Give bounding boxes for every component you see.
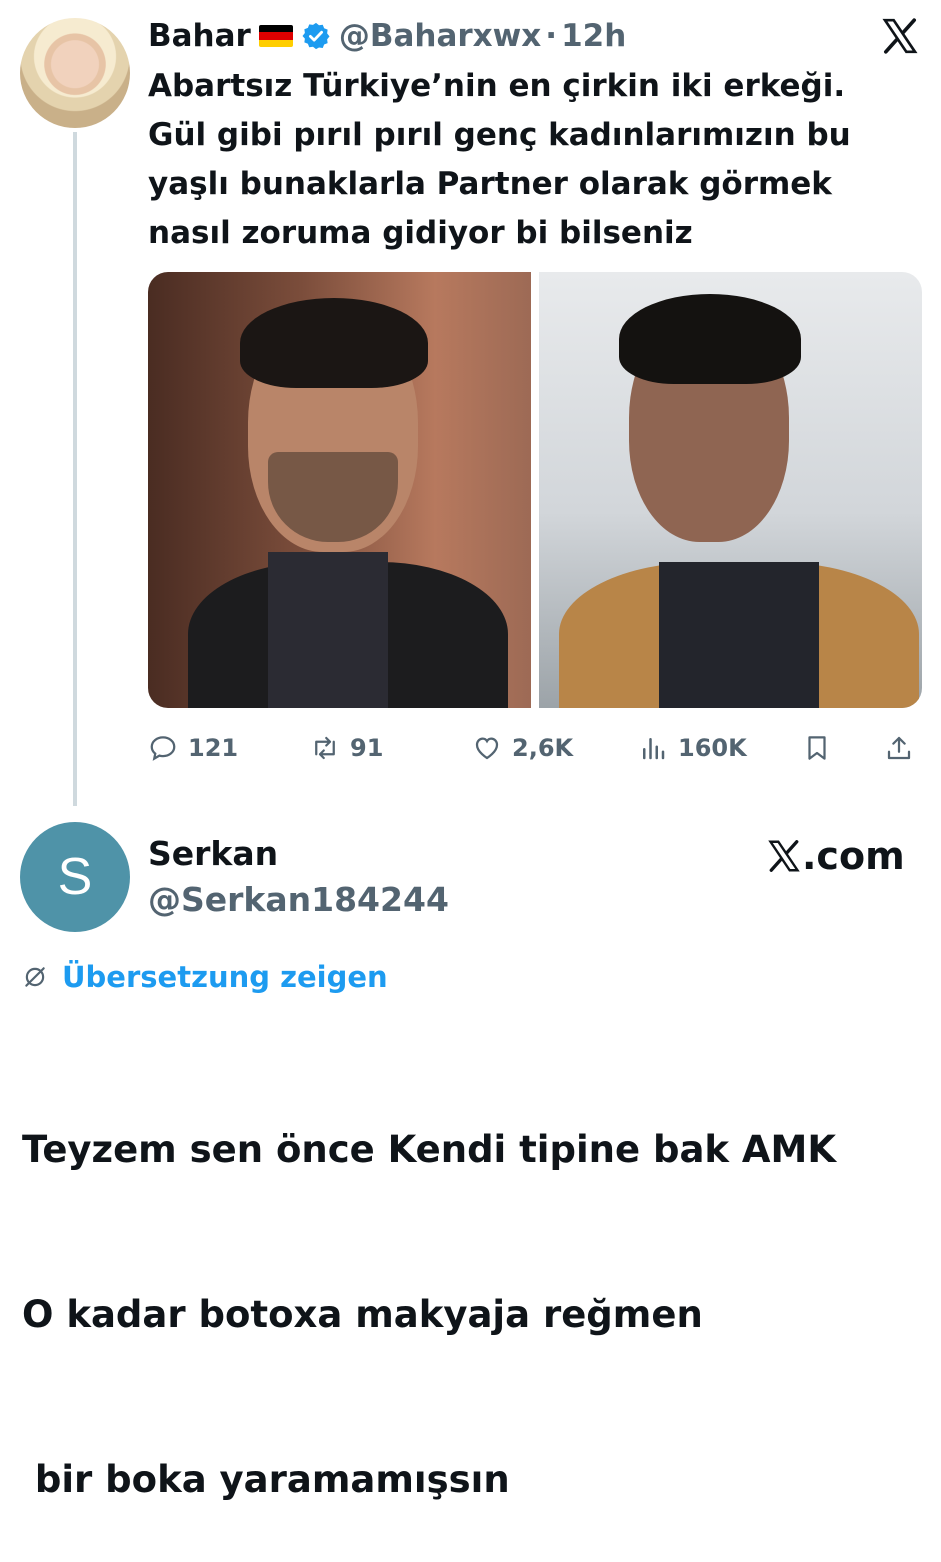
bookmark-action[interactable] xyxy=(802,728,832,768)
show-translation-link[interactable]: Übersetzung zeigen xyxy=(22,960,388,994)
x-logo-icon xyxy=(768,840,800,872)
like-count: 2,6K xyxy=(512,734,574,762)
avatar-letter: S xyxy=(57,848,93,906)
bookmark-icon xyxy=(808,736,826,760)
tweet-actions: 121 91 2,6K 160K xyxy=(148,728,918,768)
reply-count: 121 xyxy=(188,734,239,762)
reply-author-name[interactable]: Serkan xyxy=(148,834,278,873)
author-name[interactable]: Bahar xyxy=(148,18,251,54)
retweet-action[interactable]: 91 xyxy=(310,728,383,768)
tweet-time[interactable]: 12h xyxy=(561,18,626,54)
globe-slash-icon xyxy=(25,967,45,987)
tweet-text-line: nasıl zoruma gidiyor bi bilseniz xyxy=(148,215,693,251)
x-com-domain: .com xyxy=(802,834,905,878)
author-handle[interactable]: @Baharxwx xyxy=(339,18,541,54)
thread-connector-line xyxy=(73,132,77,806)
share-action[interactable] xyxy=(884,728,914,768)
reply-icon xyxy=(150,736,176,761)
retweet-icon xyxy=(315,736,335,760)
reply-text-line: Teyzem sen önce Kendi tipine bak AMK xyxy=(22,1128,837,1171)
media-photo-right[interactable] xyxy=(539,272,922,708)
like-action[interactable]: 2,6K xyxy=(472,728,573,768)
reply-author-handle[interactable]: @Serkan184244 xyxy=(148,880,449,919)
share-icon xyxy=(887,736,911,760)
tweet-media[interactable] xyxy=(148,272,922,708)
tweet-header: Bahar @Baharxwx · 12h xyxy=(148,14,626,58)
reply-author-avatar[interactable]: S xyxy=(20,822,130,932)
author-avatar[interactable] xyxy=(20,18,130,128)
x-logo-icon xyxy=(882,18,918,54)
tweet-text-line: Gül gibi pırıl pırıl genç kadınlarımızın… xyxy=(148,117,851,153)
media-photo-left[interactable] xyxy=(148,272,531,708)
verified-badge-icon xyxy=(302,22,330,50)
tweet-text: Abartsız Türkiye’nin en çirkin iki erkeğ… xyxy=(148,62,908,258)
views-count: 160K xyxy=(678,734,747,762)
tweet-text-line: Abartsız Türkiye’nin en çirkin iki erkeğ… xyxy=(148,68,846,104)
germany-flag-icon xyxy=(258,25,293,47)
x-com-watermark: .com xyxy=(766,834,905,878)
translate-label[interactable]: Übersetzung zeigen xyxy=(62,960,388,994)
reply-text: Teyzem sen önce Kendi tipine bak AMK O k… xyxy=(22,1012,922,1562)
separator-dot: · xyxy=(545,18,558,54)
reply-text-line: bir boka yaramamışsın xyxy=(22,1458,510,1501)
reply-action[interactable]: 121 xyxy=(148,728,238,768)
views-action[interactable]: 160K xyxy=(638,728,747,768)
reply-text-line: O kadar botoxa makyaja reğmen xyxy=(22,1293,703,1336)
retweet-count: 91 xyxy=(350,734,384,762)
views-chart-icon xyxy=(643,738,665,760)
tweet-text-line: yaşlı bunaklarla Partner olarak görmek xyxy=(148,166,832,202)
heart-icon xyxy=(475,737,499,760)
